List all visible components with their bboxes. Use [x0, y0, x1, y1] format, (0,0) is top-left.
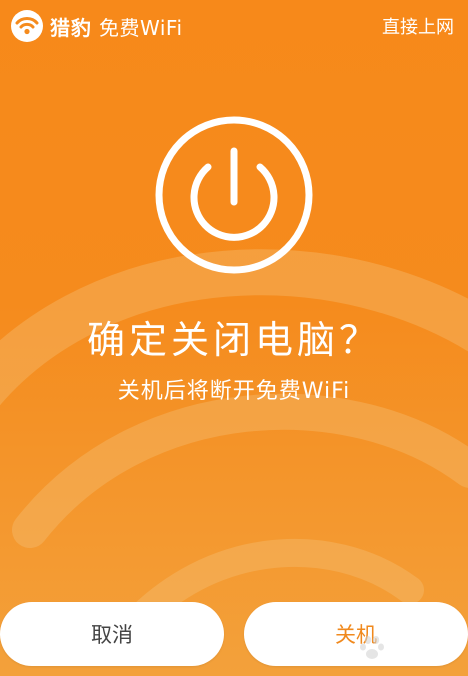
- wifi-logo-icon: [11, 10, 43, 42]
- dialog-subtitle: 关机后将断开免费WiFi: [117, 379, 351, 404]
- shutdown-dialog-screen: 猎豹 免费WiFi 直接上网 确定关闭电脑？ 关机后将断开免费WiFi 取消 关…: [0, 0, 468, 676]
- header-bar: 猎豹 免费WiFi 直接上网: [0, 0, 468, 52]
- brand-name: 猎豹: [50, 15, 92, 40]
- dialog-title: 确定关闭电脑？: [86, 318, 381, 362]
- direct-connect-link[interactable]: 直接上网: [380, 7, 456, 45]
- power-icon: [155, 116, 313, 274]
- brand-subtitle: 免费WiFi: [99, 15, 183, 40]
- brand: 猎豹 免费WiFi: [10, 9, 183, 43]
- cancel-button[interactable]: 取消: [0, 602, 224, 666]
- baidu-watermark-icon: [360, 636, 384, 659]
